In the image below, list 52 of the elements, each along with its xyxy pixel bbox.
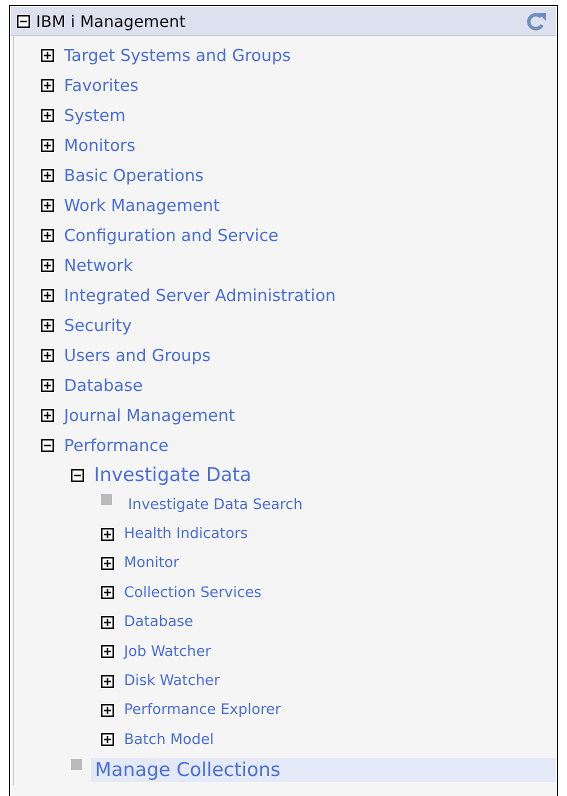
expand-icon[interactable] <box>41 318 54 332</box>
expand-icon[interactable] <box>41 408 54 422</box>
expand-icon[interactable] <box>41 78 54 92</box>
collapse-icon[interactable] <box>17 14 30 28</box>
tree-item[interactable]: Health Indicators <box>120 525 252 544</box>
expand-icon[interactable] <box>41 348 54 362</box>
tree-title: IBM i Management <box>36 12 187 30</box>
expand-icon[interactable] <box>41 48 54 62</box>
tree-item[interactable]: Network <box>60 254 137 276</box>
tree-item[interactable]: Job Watcher <box>120 642 215 661</box>
tree-item[interactable]: Basic Operations <box>60 164 208 186</box>
tree-item[interactable]: Monitors <box>60 134 140 156</box>
tree-item[interactable]: Work Management <box>60 194 224 216</box>
expand-icon[interactable] <box>41 108 54 122</box>
expand-icon[interactable] <box>41 198 54 212</box>
expand-icon[interactable] <box>41 228 54 242</box>
tree-item[interactable]: Investigate Data Search <box>124 496 307 514</box>
collapse-icon[interactable] <box>71 468 84 482</box>
expand-icon[interactable] <box>101 674 114 688</box>
leaf-icon <box>101 494 112 505</box>
tree-item[interactable]: Manage Collections <box>91 758 556 782</box>
tree-item[interactable]: Target Systems and Groups <box>60 44 295 66</box>
tree-item[interactable]: Collection Services <box>120 584 266 602</box>
expand-icon[interactable] <box>41 138 54 152</box>
expand-icon[interactable] <box>101 528 114 541</box>
expand-icon[interactable] <box>101 616 114 629</box>
expand-icon[interactable] <box>101 733 114 746</box>
tree-item[interactable]: Users and Groups <box>60 344 215 366</box>
expand-icon[interactable] <box>41 258 54 272</box>
expand-icon[interactable] <box>41 378 54 392</box>
expand-icon[interactable] <box>101 556 114 570</box>
expand-icon[interactable] <box>101 704 114 717</box>
leaf-icon <box>71 758 82 770</box>
tree-item[interactable]: Disk Watcher <box>120 672 224 690</box>
expand-icon[interactable] <box>101 645 114 658</box>
tree-item[interactable]: Investigate Data <box>90 463 256 487</box>
expand-icon[interactable] <box>101 586 114 600</box>
tree-item[interactable]: Journal Management <box>60 404 240 426</box>
tree-item[interactable]: Monitor <box>120 554 184 572</box>
tree-item[interactable]: Batch Model <box>120 730 218 749</box>
tree-item[interactable]: Security <box>60 314 136 336</box>
tree-item[interactable]: Favorites <box>60 74 143 96</box>
collapse-icon[interactable] <box>41 438 54 452</box>
tree-item[interactable]: Configuration and Service <box>60 224 282 246</box>
tree-item[interactable]: Database <box>120 613 198 632</box>
tree-item[interactable]: Integrated Server Administration <box>60 284 340 306</box>
tree-item[interactable]: Database <box>60 374 147 396</box>
expand-icon[interactable] <box>41 288 54 302</box>
expand-icon[interactable] <box>41 168 54 182</box>
tree-item[interactable]: Performance <box>60 434 173 456</box>
tree-item[interactable]: Performance Explorer <box>120 701 285 720</box>
tree-item[interactable]: System <box>60 104 130 126</box>
